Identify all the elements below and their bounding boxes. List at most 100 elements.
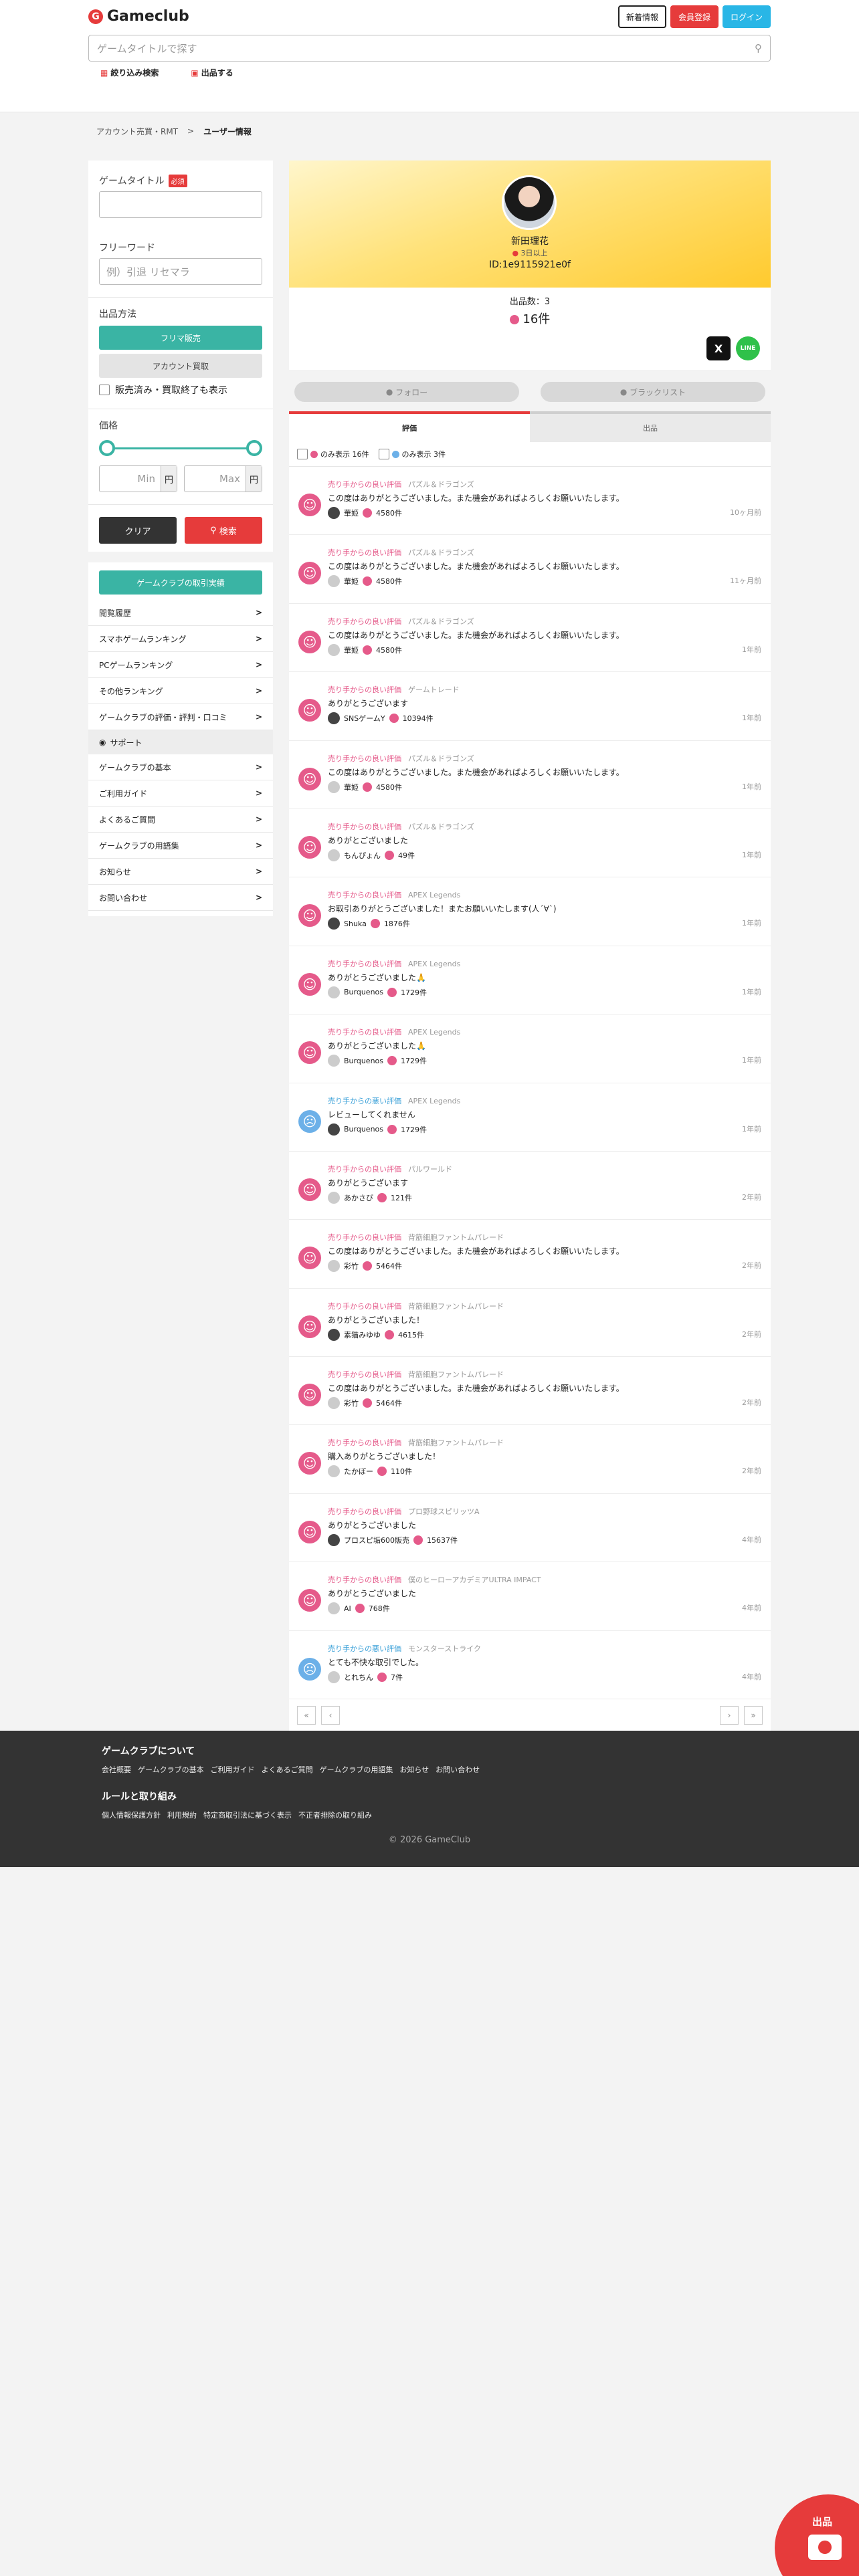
checkbox[interactable] bbox=[378, 449, 389, 459]
follow-button[interactable]: ● フォロー bbox=[294, 382, 519, 402]
reviewer[interactable]: 華姫 4580件 bbox=[328, 780, 402, 793]
reviewer[interactable]: 華姫 4580件 bbox=[328, 575, 402, 588]
flea-market-button[interactable]: フリマ販売 bbox=[99, 326, 262, 350]
footer-link[interactable]: 特定商取引法に基づく表示 bbox=[203, 1810, 292, 1820]
required-badge: 必須 bbox=[168, 174, 187, 187]
footer-link[interactable]: 利用規約 bbox=[167, 1810, 197, 1820]
reviewer[interactable]: あかさび 121件 bbox=[328, 1191, 412, 1204]
reviewer[interactable]: 華姫 4580件 bbox=[328, 643, 402, 656]
next-page-button[interactable]: › bbox=[720, 1706, 739, 1725]
reviewer[interactable]: AI 768件 bbox=[328, 1602, 390, 1615]
footer-link[interactable]: 会社概要 bbox=[102, 1764, 131, 1775]
game-search-input[interactable]: ゲームタイトルで探す ⚲ bbox=[88, 35, 771, 62]
good-only-filter[interactable]: のみ表示 16件 bbox=[297, 449, 369, 459]
search-icon[interactable]: ⚲ bbox=[755, 42, 762, 54]
reviewer[interactable]: SNSゲームY 10394件 bbox=[328, 712, 434, 725]
sell-link[interactable]: ▣ 出品する bbox=[191, 67, 233, 78]
game-name[interactable]: 僕のヒーローアカデミアULTRA IMPACT bbox=[408, 1576, 541, 1584]
shop-icon: ▣ bbox=[191, 68, 199, 78]
register-button[interactable]: 会員登録 bbox=[670, 5, 719, 28]
reviewer[interactable]: Shuka 1876件 bbox=[328, 918, 410, 930]
last-page-button[interactable]: » bbox=[744, 1706, 763, 1725]
game-name[interactable]: APEX Legends bbox=[408, 1097, 460, 1105]
menu-item[interactable]: PCゲームランキング > bbox=[88, 652, 273, 678]
prev-page-button[interactable]: ‹ bbox=[321, 1706, 340, 1725]
price-slider[interactable] bbox=[99, 439, 262, 457]
min-handle[interactable] bbox=[99, 440, 115, 456]
reviewer[interactable]: たかぼー 110件 bbox=[328, 1465, 412, 1478]
first-page-button[interactable]: « bbox=[297, 1706, 316, 1725]
footer-link[interactable]: 個人情報保護方針 bbox=[102, 1810, 161, 1820]
price-max-field[interactable]: Max 円 bbox=[184, 465, 262, 492]
game-title-field[interactable] bbox=[99, 191, 262, 218]
sold-toggle[interactable]: 販売済み・買取終了も表示 bbox=[99, 383, 262, 397]
game-name[interactable]: 背筋細胞ファントムパレード bbox=[408, 1302, 504, 1311]
smile-icon bbox=[363, 1398, 372, 1408]
game-name[interactable]: 背筋細胞ファントムパレード bbox=[408, 1370, 504, 1379]
reviewer[interactable]: とれちん 7件 bbox=[328, 1671, 403, 1683]
footer-link[interactable]: お知らせ bbox=[399, 1764, 429, 1775]
reviewer[interactable]: プロスピ垢600販売 15637件 bbox=[328, 1533, 458, 1546]
menu-item[interactable]: ご利用ガイド > bbox=[88, 780, 273, 807]
menu-item[interactable]: お知らせ > bbox=[88, 859, 273, 885]
line-share-icon[interactable]: LINE bbox=[736, 336, 760, 360]
x-share-icon[interactable]: X bbox=[706, 336, 731, 360]
game-name[interactable]: パズル＆ドラゴンズ bbox=[408, 617, 474, 626]
game-name[interactable]: モンスターストライク bbox=[408, 1644, 481, 1653]
login-button[interactable]: ログイン bbox=[722, 5, 771, 28]
game-name[interactable]: パズル＆ドラゴンズ bbox=[408, 754, 474, 763]
logo[interactable]: G Gameclub bbox=[88, 8, 189, 25]
reviewer[interactable]: もんぴょん 49件 bbox=[328, 849, 415, 861]
game-name[interactable]: APEX Legends bbox=[408, 1028, 460, 1037]
checkbox[interactable] bbox=[297, 449, 308, 459]
game-name[interactable]: ゲームトレード bbox=[408, 685, 460, 694]
tab-reviews[interactable]: 評価 bbox=[289, 411, 530, 442]
review-message: お取引ありがとうございました！またお願いいたします(人´∀`) bbox=[328, 904, 557, 914]
checkbox[interactable] bbox=[99, 385, 110, 395]
menu-item[interactable]: よくあるご質問 > bbox=[88, 807, 273, 833]
max-handle[interactable] bbox=[246, 440, 262, 456]
footer-link[interactable]: ゲームクラブの用語集 bbox=[320, 1764, 393, 1775]
price-min-field[interactable]: Min 円 bbox=[99, 465, 177, 492]
footer-link[interactable]: ゲームクラブの基本 bbox=[138, 1764, 204, 1775]
track-record-button[interactable]: ゲームクラブの取引実績 bbox=[99, 570, 262, 595]
menu-item[interactable]: ゲームクラブの用語集 > bbox=[88, 833, 273, 859]
bad-only-filter[interactable]: のみ表示 3件 bbox=[378, 449, 446, 459]
game-name[interactable]: APEX Legends bbox=[408, 891, 460, 899]
game-name[interactable]: パズル＆ドラゴンズ bbox=[408, 823, 474, 831]
game-name[interactable]: パズル＆ドラゴンズ bbox=[408, 548, 474, 557]
game-name[interactable]: 背筋細胞ファントムパレード bbox=[408, 1438, 504, 1447]
reviewer[interactable]: 彩竹 5464件 bbox=[328, 1260, 402, 1273]
freeword-field[interactable]: 例）引退 リセマラ bbox=[99, 258, 262, 285]
clear-button[interactable]: クリア bbox=[99, 517, 177, 544]
reviewer[interactable]: 華姫 4580件 bbox=[328, 507, 402, 519]
menu-item[interactable]: お問い合わせ > bbox=[88, 885, 273, 911]
footer-link[interactable]: よくあるご質問 bbox=[262, 1764, 313, 1775]
game-name[interactable]: プロ野球スピリッツA bbox=[408, 1507, 480, 1516]
reviewer[interactable]: Burquenos 1729件 bbox=[328, 986, 427, 998]
tab-listings[interactable]: 出品 bbox=[530, 411, 771, 442]
footer-link[interactable]: 不正者排除の取り組み bbox=[298, 1810, 372, 1820]
game-name[interactable]: パルワールド bbox=[408, 1165, 452, 1174]
reviewer[interactable]: 素猫みゆゆ 4615件 bbox=[328, 1328, 424, 1341]
footer-link[interactable]: ご利用ガイド bbox=[211, 1764, 255, 1775]
filter-search-link[interactable]: ▦ 絞り込み検索 bbox=[100, 67, 159, 78]
menu-item[interactable]: スマホゲームランキング > bbox=[88, 626, 273, 652]
sell-fab-button[interactable]: 出品 bbox=[775, 2494, 859, 2576]
footer-link[interactable]: お問い合わせ bbox=[436, 1764, 480, 1775]
game-name[interactable]: 背筋細胞ファントムパレード bbox=[408, 1233, 504, 1242]
reviewer[interactable]: Burquenos 1729件 bbox=[328, 1123, 427, 1136]
blacklist-button[interactable]: ● ブラックリスト bbox=[541, 382, 765, 402]
menu-item[interactable]: ゲームクラブの基本 > bbox=[88, 754, 273, 780]
game-name[interactable]: APEX Legends bbox=[408, 960, 460, 968]
game-name[interactable]: パズル＆ドラゴンズ bbox=[408, 480, 474, 489]
reviewer[interactable]: Burquenos 1729件 bbox=[328, 1055, 427, 1067]
news-button[interactable]: 新着情報 bbox=[617, 5, 666, 28]
search-button[interactable]: ⚲ 検索 bbox=[185, 517, 262, 544]
menu-item[interactable]: ゲームクラブの評価・評判・口コミ > bbox=[88, 704, 273, 730]
reviewer[interactable]: 彩竹 5464件 bbox=[328, 1397, 402, 1410]
breadcrumb-link[interactable]: アカウント売買・RMT bbox=[96, 126, 178, 137]
account-buyout-button[interactable]: アカウント買取 bbox=[99, 354, 262, 378]
menu-item[interactable]: 閲覧履歴 > bbox=[88, 600, 273, 626]
menu-item[interactable]: その他ランキング > bbox=[88, 678, 273, 704]
